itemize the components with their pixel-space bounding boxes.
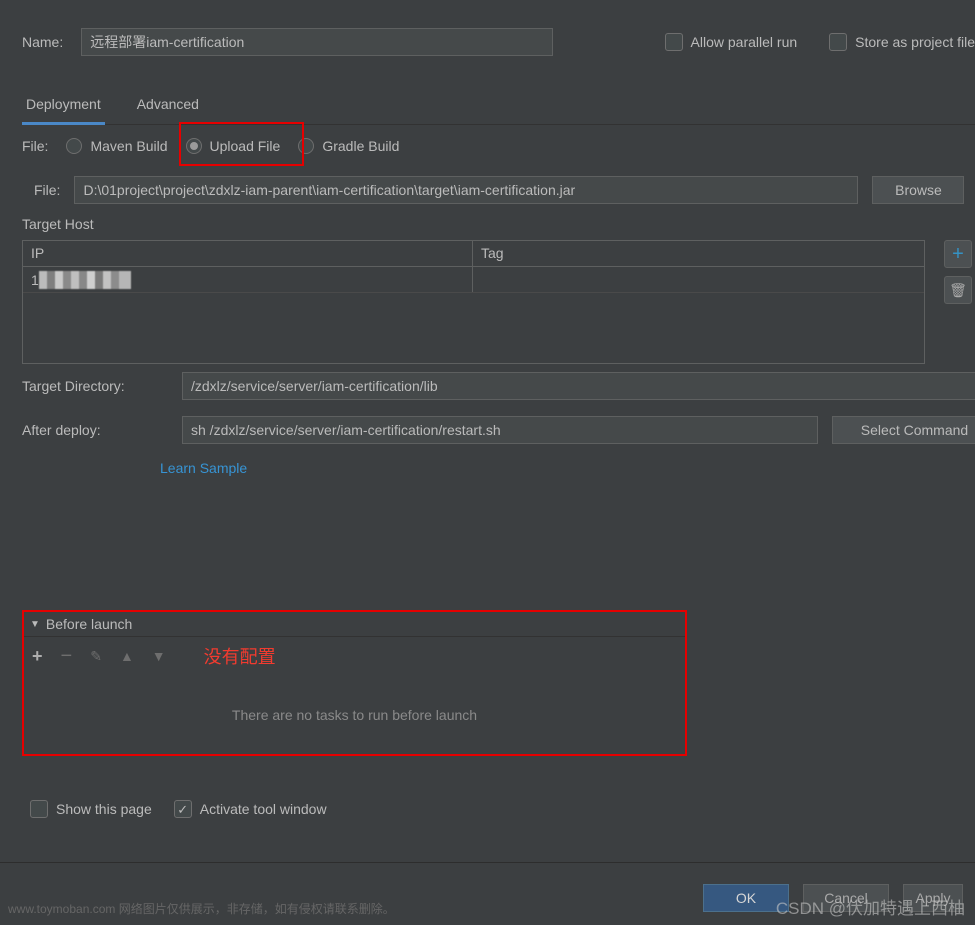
cell-ip: 1 bbox=[23, 267, 473, 292]
name-input[interactable] bbox=[81, 28, 553, 56]
radio-icon bbox=[66, 138, 82, 154]
column-header-tag[interactable]: Tag bbox=[473, 241, 924, 266]
browse-button[interactable]: Browse bbox=[872, 176, 964, 204]
radio-gradle-build[interactable]: Gradle Build bbox=[298, 138, 399, 154]
edit-task-button[interactable]: ✎ bbox=[90, 648, 102, 665]
show-page-label: Show this page bbox=[56, 801, 152, 817]
radio-gradle-label: Gradle Build bbox=[322, 138, 399, 154]
move-down-button[interactable]: ▼ bbox=[152, 648, 166, 664]
move-up-button[interactable]: ▲ bbox=[120, 648, 134, 664]
store-as-project-file-checkbox[interactable]: Store as project file bbox=[829, 33, 975, 51]
censored-ip bbox=[39, 271, 131, 289]
learn-sample-link[interactable]: Learn Sample bbox=[160, 460, 247, 476]
apply-button[interactable]: Apply bbox=[903, 884, 963, 912]
allow-parallel-run-checkbox[interactable]: Allow parallel run bbox=[665, 33, 798, 51]
annotation-text: 没有配置 bbox=[204, 643, 276, 669]
table-header: IP Tag bbox=[23, 241, 924, 267]
file-path-label: File: bbox=[34, 182, 60, 198]
radio-maven-label: Maven Build bbox=[90, 138, 167, 154]
add-host-button[interactable]: + bbox=[944, 240, 972, 268]
tab-advanced[interactable]: Advanced bbox=[133, 96, 203, 124]
tab-deployment[interactable]: Deployment bbox=[22, 96, 105, 125]
trash-icon: 🗑 bbox=[949, 282, 967, 299]
target-host-table[interactable]: IP Tag 1 bbox=[22, 240, 925, 364]
checkbox-icon bbox=[665, 33, 683, 51]
checkbox-icon bbox=[174, 800, 192, 818]
cell-tag bbox=[473, 267, 924, 292]
table-row[interactable]: 1 bbox=[23, 267, 924, 293]
tabs: Deployment Advanced bbox=[22, 96, 975, 125]
collapse-icon: ▼ bbox=[30, 619, 40, 630]
activate-tool-window-checkbox[interactable]: Activate tool window bbox=[174, 800, 327, 818]
after-deploy-input[interactable] bbox=[182, 416, 818, 444]
target-directory-input[interactable] bbox=[182, 372, 975, 400]
radio-upload-label: Upload File bbox=[210, 138, 281, 154]
radio-maven-build[interactable]: Maven Build bbox=[66, 138, 167, 154]
delete-host-button[interactable]: 🗑 bbox=[944, 276, 972, 304]
radio-icon bbox=[298, 138, 314, 154]
checkbox-icon bbox=[829, 33, 847, 51]
activate-tool-label: Activate tool window bbox=[200, 801, 327, 817]
select-command-button[interactable]: Select Command bbox=[832, 416, 975, 444]
watermark-left: www.toymoban.com 网络图片仅供展示，非存储，如有侵权请联系删除。 bbox=[8, 900, 395, 917]
checkbox-icon bbox=[30, 800, 48, 818]
after-deploy-label: After deploy: bbox=[22, 422, 101, 438]
before-launch-empty-text: There are no tasks to run before launch bbox=[24, 675, 685, 755]
show-this-page-checkbox[interactable]: Show this page bbox=[30, 800, 152, 818]
before-launch-section: ▼ Before launch + − ✎ ▲ ▼ 没有配置 There are… bbox=[22, 610, 687, 756]
remove-task-button[interactable]: − bbox=[61, 645, 73, 668]
name-label: Name: bbox=[22, 34, 63, 50]
plus-icon: + bbox=[952, 244, 964, 264]
target-directory-label: Target Directory: bbox=[22, 378, 125, 394]
radio-icon bbox=[186, 138, 202, 154]
file-path-input[interactable] bbox=[74, 176, 858, 204]
add-task-button[interactable]: + bbox=[32, 646, 43, 667]
before-launch-header[interactable]: ▼ Before launch bbox=[24, 612, 685, 636]
column-header-ip[interactable]: IP bbox=[23, 241, 473, 266]
cancel-button[interactable]: Cancel bbox=[803, 884, 889, 912]
file-label: File: bbox=[22, 138, 48, 154]
before-launch-title: Before launch bbox=[46, 616, 132, 632]
target-host-label: Target Host bbox=[22, 216, 94, 232]
ok-button[interactable]: OK bbox=[703, 884, 789, 912]
store-as-project-label: Store as project file bbox=[855, 34, 975, 50]
radio-upload-file[interactable]: Upload File bbox=[186, 138, 281, 154]
allow-parallel-label: Allow parallel run bbox=[691, 34, 798, 50]
